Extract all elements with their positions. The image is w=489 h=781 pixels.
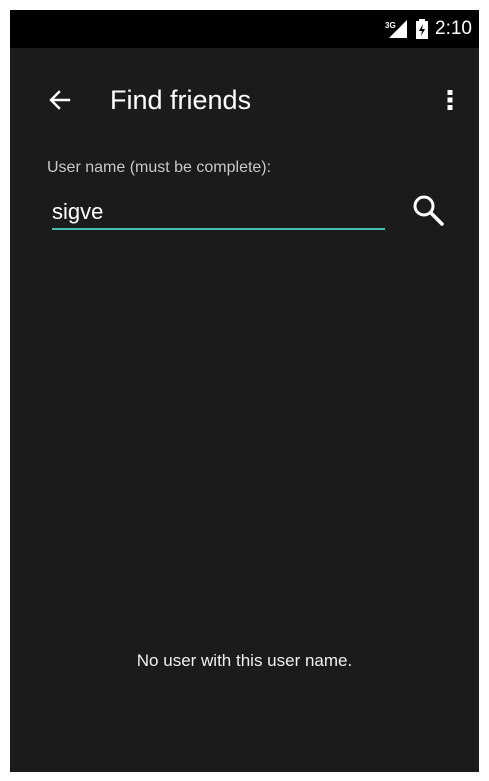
status-icons: 3G 2:10 [385,10,472,48]
app-bar: Find friends [10,48,479,150]
battery-icon [416,19,429,39]
page-title: Find friends [110,85,252,115]
phone-screen: 3G 2:10 Find friends User name (must be … [10,10,479,772]
status-bar: 3G 2:10 [10,10,479,48]
overflow-menu-button[interactable] [430,78,470,122]
network-type-label: 3G [385,21,396,30]
username-input[interactable] [52,196,385,230]
back-button[interactable] [38,78,82,122]
network-indicator: 3G [385,18,409,40]
overflow-menu-icon [447,90,453,110]
back-arrow-icon [49,90,71,110]
search-icon [413,195,444,226]
username-label: User name (must be complete): [47,159,272,176]
result-message: No user with this user name. [136,651,353,670]
search-button[interactable] [404,186,452,234]
status-time: 2:10 [435,18,472,39]
